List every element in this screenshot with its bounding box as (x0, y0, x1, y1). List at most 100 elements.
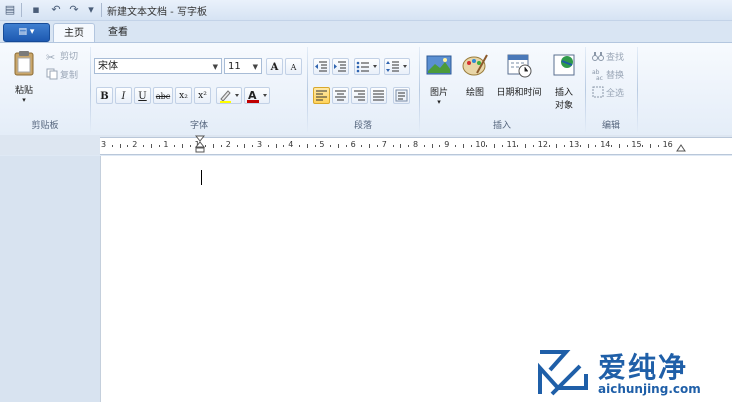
replace-label: 替换 (606, 71, 625, 81)
ruler-tick (143, 145, 144, 147)
find-label: 查找 (606, 53, 625, 63)
bullet-list-icon (356, 61, 377, 73)
select-all-icon (592, 86, 604, 98)
ruler-tick (548, 145, 550, 147)
calendar-clock-icon (507, 54, 532, 78)
ruler-tick (595, 145, 597, 147)
clipboard-group-label: 剪贴板 (31, 121, 59, 131)
ruler-tick (189, 145, 191, 147)
ruler-tick (392, 145, 394, 147)
strikethrough-button[interactable]: abc (153, 87, 173, 104)
object-label-line2: 对象 (554, 101, 573, 111)
first-line-indent-marker[interactable] (195, 135, 205, 155)
align-center-icon (335, 90, 346, 101)
grow-font-label: A (270, 62, 279, 73)
menu-icon: ▤ ▾ (18, 27, 35, 37)
tab-view[interactable]: 查看 (100, 23, 136, 42)
redo-icon[interactable]: ↷ (67, 3, 81, 17)
underline-label: U (138, 91, 147, 102)
ruler[interactable]: 3 2 1 1 2 3 4 5 6 7 8 9 10 11 12 13 14 15 16 (0, 135, 732, 155)
replace-button[interactable]: ab ac 替换 (592, 68, 624, 82)
ruler-tick (462, 144, 464, 148)
paint-drawing-button[interactable]: 绘图 (460, 51, 490, 98)
ruler-label: 15 (631, 140, 642, 149)
insert-picture-button[interactable]: 图片 ▾ (424, 51, 454, 106)
align-center-button[interactable] (332, 87, 349, 104)
italic-button[interactable]: I (115, 87, 132, 104)
cut-button[interactable]: ✂ 剪切 (46, 50, 78, 64)
increase-indent-button[interactable] (332, 58, 349, 75)
ruler-label: 13 (569, 140, 580, 149)
subscript-label: x₂ (179, 91, 188, 101)
bold-button[interactable]: B (96, 87, 113, 104)
paragraph-icon (395, 89, 408, 102)
paragraph-settings-button[interactable] (393, 87, 410, 104)
divider (90, 47, 91, 133)
subscript-button[interactable]: x₂ (175, 87, 192, 104)
customize-toolbar-icon[interactable]: ▾ (84, 3, 98, 17)
ruler-tick (267, 145, 269, 147)
find-button[interactable]: 查找 (592, 50, 624, 64)
ruler-tick (244, 144, 246, 148)
insert-object-button[interactable]: 插入 对象 (549, 51, 579, 111)
ruler-tick (377, 145, 378, 147)
copy-label: 复制 (60, 71, 79, 81)
highlight-color-button[interactable] (216, 87, 242, 104)
watermark: 爱纯净 aichunjing.com (536, 342, 726, 400)
decrease-indent-icon (315, 61, 327, 72)
ruler-label: 12 (537, 140, 548, 149)
ruler-tick (182, 144, 183, 148)
copy-button[interactable]: 复制 (46, 68, 78, 82)
chevron-down-icon: ▾ (22, 96, 26, 104)
text-color-button[interactable]: A (244, 87, 270, 104)
strikethrough-label: abc (155, 92, 171, 101)
object-label-line1: 插入 (554, 88, 573, 98)
ruler-tick (111, 145, 113, 147)
ruler-tick (150, 144, 152, 148)
tab-home[interactable]: 主页 (53, 23, 95, 43)
ruler-tick (587, 144, 589, 148)
line-spacing-icon (386, 61, 407, 72)
underline-button[interactable]: U (134, 87, 151, 104)
right-indent-marker[interactable] (676, 143, 686, 153)
ruler-tick (275, 144, 277, 148)
font-family-value: 宋体 (98, 61, 118, 72)
ruler-label: 3 (101, 140, 107, 149)
ruler-label: 16 (662, 140, 673, 149)
ruler-tick (174, 145, 176, 147)
align-left-button[interactable] (313, 87, 330, 104)
ruler-tick (431, 144, 433, 148)
list-button[interactable] (354, 58, 380, 75)
paste-icon (14, 51, 34, 76)
ruler-label: 5 (319, 140, 325, 149)
ruler-label: 4 (288, 140, 294, 149)
ruler-tick (338, 144, 339, 148)
justify-button[interactable] (370, 87, 387, 104)
object-icon (553, 54, 575, 76)
ruler-tick (439, 145, 441, 147)
font-size-value: 11 (228, 61, 241, 72)
date-time-button[interactable]: 日期和时间 (492, 51, 546, 98)
ruler-tick (400, 144, 402, 148)
ruler-label: 6 (350, 140, 356, 149)
shrink-font-button[interactable]: A (285, 58, 302, 75)
select-all-button[interactable]: 全选 (592, 86, 624, 100)
paste-button[interactable]: 粘贴 ▾ (10, 49, 38, 104)
file-menu-button[interactable]: ▤ ▾ (3, 23, 50, 42)
undo-icon[interactable]: ↶ (49, 3, 63, 17)
ruler-tick (642, 145, 644, 147)
align-right-button[interactable] (351, 87, 368, 104)
ruler-tick (408, 145, 410, 147)
font-size-select[interactable]: 11 ▼ (224, 58, 262, 74)
decrease-indent-button[interactable] (313, 58, 330, 75)
font-group-label: 字体 (189, 121, 208, 131)
superscript-button[interactable]: x² (194, 87, 211, 104)
save-icon[interactable]: ▪ (29, 3, 43, 17)
line-spacing-button[interactable] (384, 58, 410, 75)
watermark-brand: 爱纯净 (598, 351, 689, 384)
app-icon: ▤ (4, 3, 16, 16)
grow-font-button[interactable]: A (266, 58, 283, 75)
font-family-select[interactable]: 宋体 ▼ (94, 58, 222, 74)
ruler-tick (299, 145, 300, 147)
ruler-tick (306, 144, 308, 148)
